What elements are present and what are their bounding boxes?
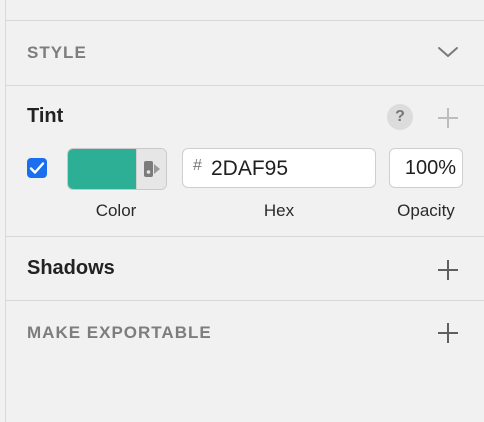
tint-enabled-checkbox[interactable] xyxy=(27,158,47,178)
hex-value[interactable]: 2DAF95 xyxy=(211,157,288,181)
checkmark-icon xyxy=(29,162,45,174)
opacity-input[interactable]: 100% xyxy=(389,148,463,188)
color-swatch-fill[interactable] xyxy=(68,149,136,189)
add-tint-icon[interactable] xyxy=(436,106,460,130)
divider xyxy=(6,236,484,237)
divider xyxy=(6,85,484,86)
shadows-section-title: Shadows xyxy=(27,257,115,279)
make-exportable-title: MAKE EXPORTABLE xyxy=(27,323,212,342)
color-label: Color xyxy=(95,201,137,220)
hash-prefix: # xyxy=(193,157,202,174)
color-swatch[interactable] xyxy=(67,148,167,190)
hex-input[interactable]: # 2DAF95 xyxy=(182,148,376,188)
opacity-label: Opacity xyxy=(397,201,455,220)
add-export-icon[interactable] xyxy=(436,321,460,345)
divider xyxy=(6,20,484,21)
add-shadow-icon[interactable] xyxy=(436,258,460,282)
chevron-down-icon[interactable] xyxy=(437,45,459,59)
tint-section-title: Tint xyxy=(27,105,64,127)
inspector-panel: STYLE Tint ? # 2DAF95 100% Color Hex Opa… xyxy=(5,0,484,422)
hex-label: Hex xyxy=(263,201,295,220)
opacity-value[interactable]: 100% xyxy=(405,157,456,180)
style-section-title[interactable]: STYLE xyxy=(27,43,87,63)
divider xyxy=(6,300,484,301)
color-picker-button[interactable] xyxy=(136,149,166,189)
color-picker-icon xyxy=(144,161,160,177)
help-icon[interactable]: ? xyxy=(387,104,413,130)
